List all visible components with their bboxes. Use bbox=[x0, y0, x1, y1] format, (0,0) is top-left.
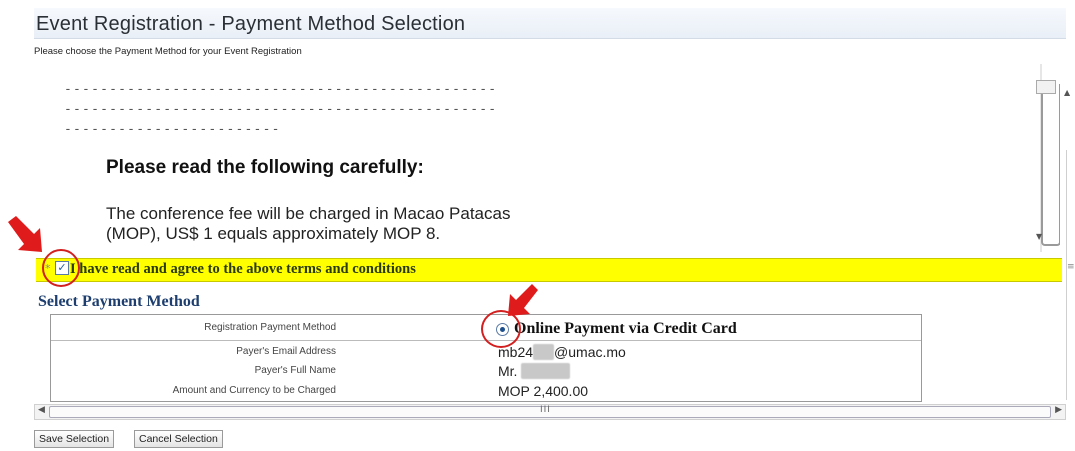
scroll-down-arrow-icon[interactable]: ▼ bbox=[1036, 232, 1042, 241]
agree-label[interactable]: I have read and agree to the above terms… bbox=[70, 261, 416, 278]
terms-scrollbar-cap[interactable] bbox=[1036, 80, 1056, 94]
email-label: Payer's Email Address bbox=[236, 346, 336, 357]
name-prefix: Mr. bbox=[498, 363, 518, 379]
terms-dash-line: ------------------------ bbox=[64, 122, 281, 137]
annotation-circle bbox=[42, 249, 80, 287]
page-header: Event Registration - Payment Method Sele… bbox=[34, 8, 1066, 39]
amount-label: Amount and Currency to be Charged bbox=[172, 385, 336, 396]
scroll-up-arrow-icon[interactable]: ▲ bbox=[1064, 88, 1070, 97]
page-vertical-scrollbar[interactable] bbox=[1066, 150, 1073, 400]
cancel-selection-button[interactable]: Cancel Selection bbox=[134, 430, 223, 448]
resize-grip-icon: ≡ bbox=[1067, 262, 1075, 272]
red-arrow-icon bbox=[508, 284, 538, 316]
scrollbar-grip: III bbox=[540, 405, 551, 415]
payment-method-label: Registration Payment Method bbox=[204, 322, 336, 333]
terms-dash-line: ----------------------------------------… bbox=[64, 102, 498, 117]
horizontal-scrollbar-thumb[interactable]: III bbox=[49, 405, 1051, 418]
horizontal-scrollbar[interactable]: ◀ III ▶ bbox=[34, 404, 1066, 420]
redacted-text: xxx bbox=[533, 344, 555, 360]
full-name-value: Mr. xxxxxxx bbox=[498, 363, 571, 379]
terms-scrollbar-thumb[interactable] bbox=[1041, 84, 1060, 246]
page-title: Event Registration - Payment Method Sele… bbox=[36, 13, 466, 35]
full-name-label: Payer's Full Name bbox=[254, 365, 336, 376]
payment-method-value[interactable]: Online Payment via Credit Card bbox=[514, 320, 737, 338]
scroll-left-arrow-icon[interactable]: ◀ bbox=[38, 405, 45, 415]
terms-dash-line: ----------------------------------------… bbox=[64, 82, 498, 97]
amount-value: MOP 2,400.00 bbox=[498, 383, 589, 399]
scroll-right-arrow-icon[interactable]: ▶ bbox=[1055, 405, 1062, 415]
payment-section-title: Select Payment Method bbox=[38, 293, 200, 310]
page-subtitle: Please choose the Payment Method for you… bbox=[34, 46, 302, 57]
email-suffix: @umac.mo bbox=[554, 344, 626, 360]
terms-scroll-box[interactable]: ----------------------------------------… bbox=[40, 64, 1060, 252]
save-selection-button[interactable]: Save Selection bbox=[34, 430, 115, 448]
terms-text-line: The conference fee will be charged in Ma… bbox=[106, 204, 511, 223]
email-value: mb24xxx@umac.mo bbox=[498, 344, 626, 360]
terms-heading: Please read the following carefully: bbox=[106, 157, 424, 178]
red-arrow-icon bbox=[8, 216, 42, 252]
redacted-text: xxxxxxx bbox=[521, 363, 571, 379]
terms-text-line: (MOP), US$ 1 equals approximately MOP 8. bbox=[106, 224, 441, 243]
